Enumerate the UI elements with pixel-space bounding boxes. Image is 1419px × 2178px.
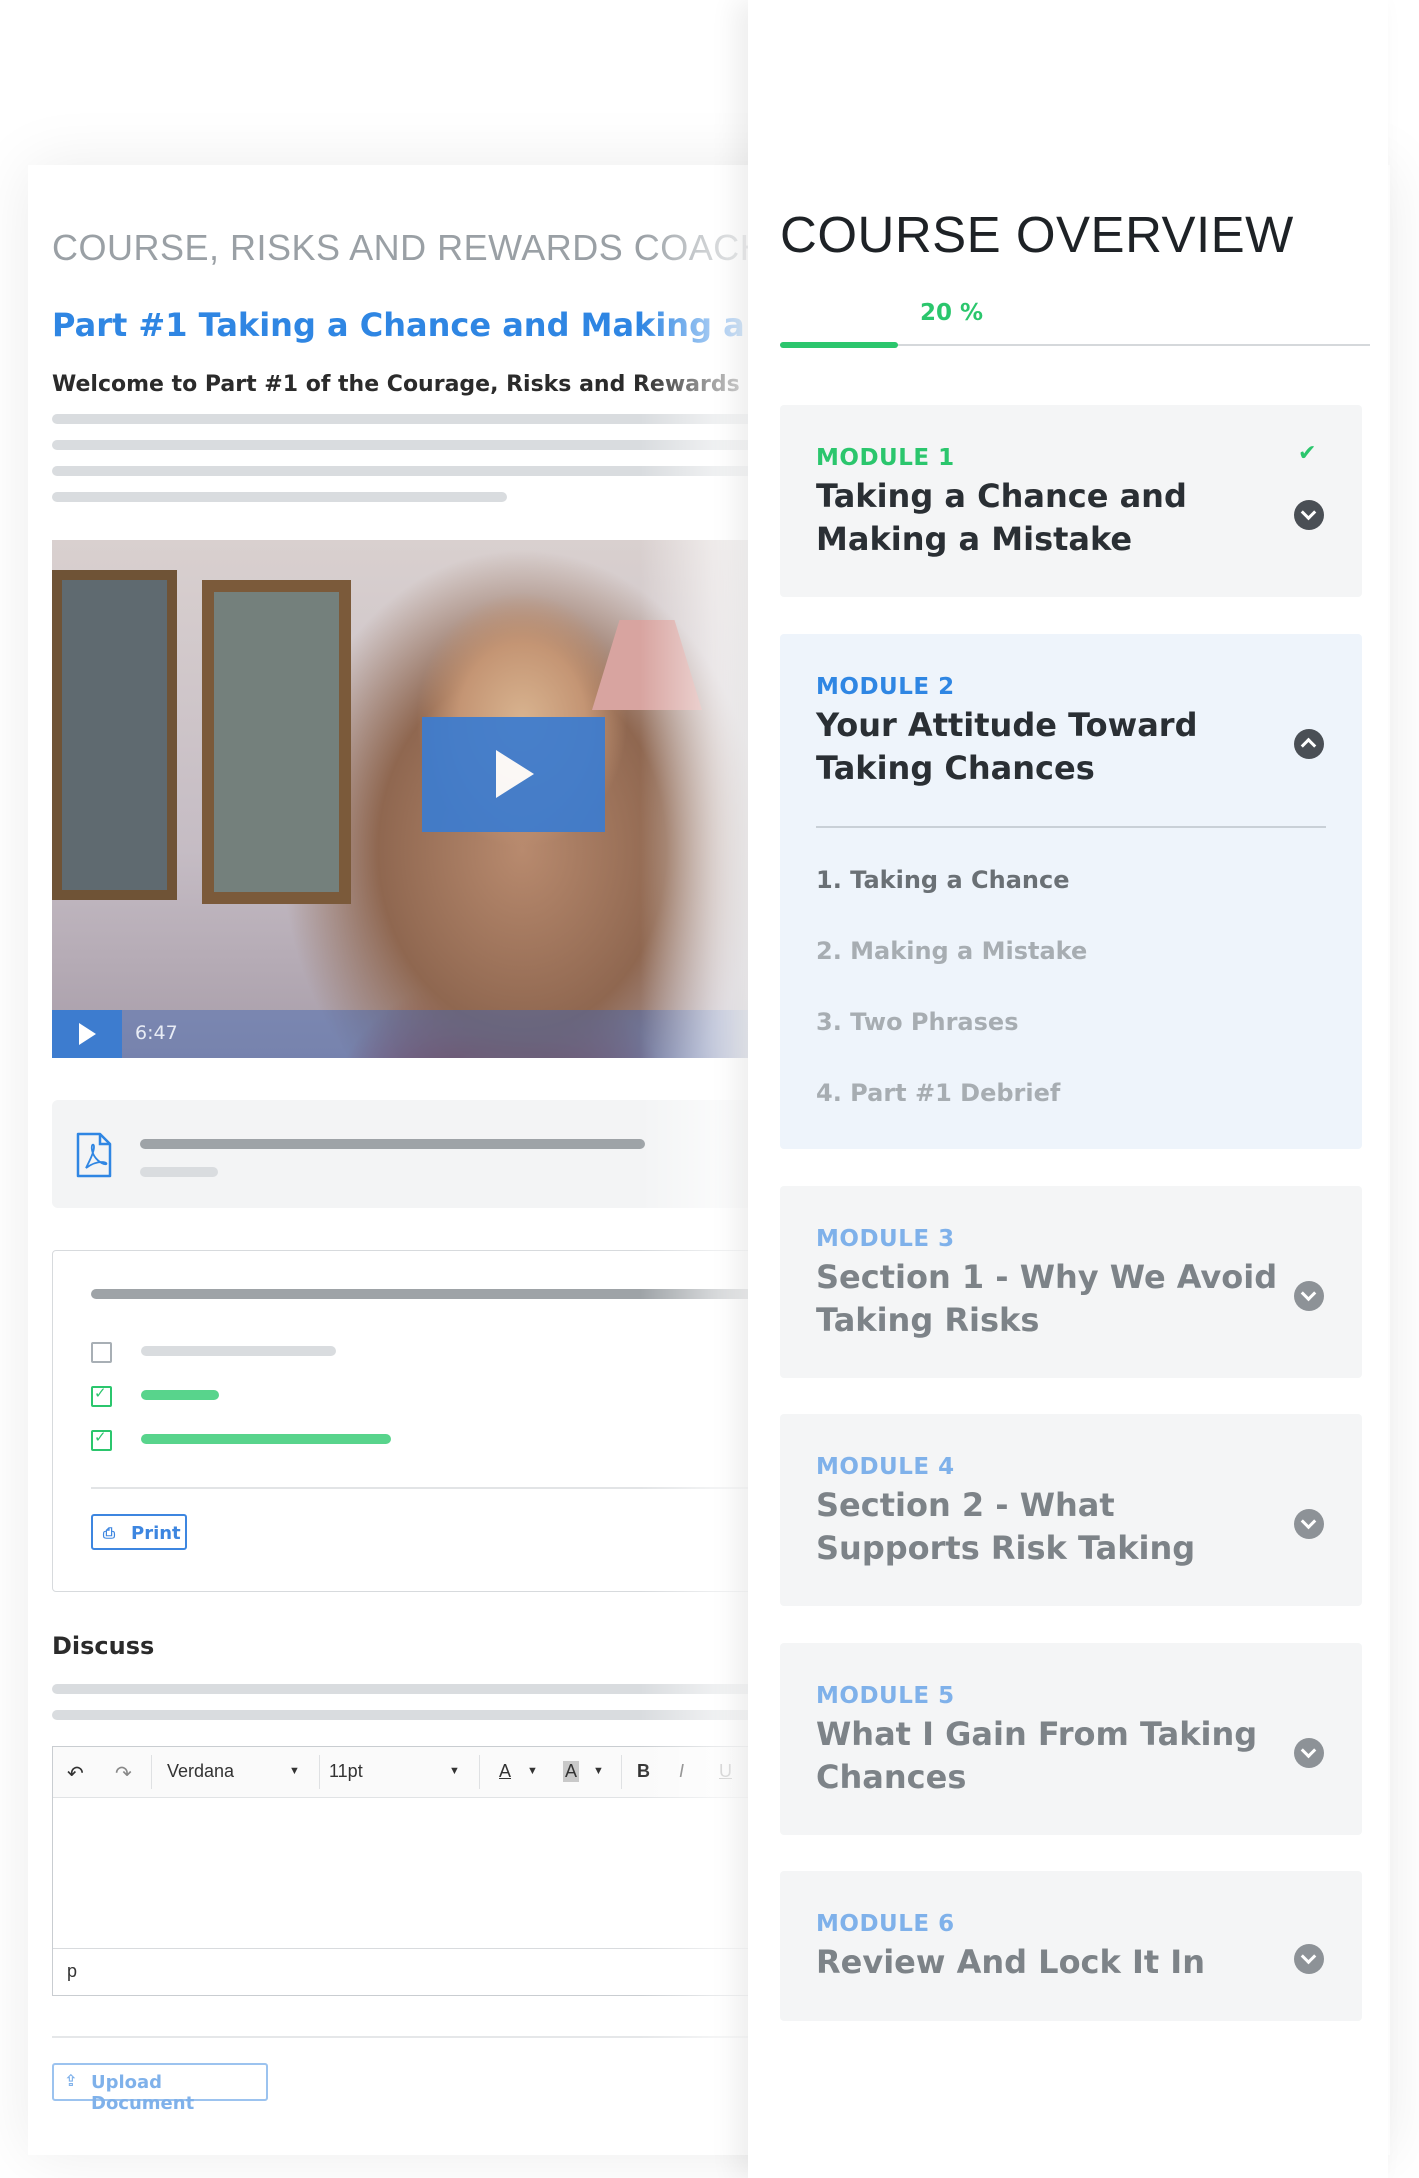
toolbar-separator xyxy=(621,1755,622,1789)
background-color-button[interactable]: A xyxy=(563,1761,580,1782)
italic-button[interactable]: I xyxy=(679,1761,684,1782)
text-placeholder-line xyxy=(52,492,507,502)
upload-document-button[interactable]: ⇪ Upload Document xyxy=(52,2063,268,2114)
module-title: Section 1 - Why We Avoid Taking Risks xyxy=(816,1258,1278,1339)
chevron-down-icon[interactable] xyxy=(1294,1509,1324,1539)
print-button[interactable]: ⎙ Print xyxy=(91,1514,187,1550)
bold-button[interactable]: B xyxy=(637,1761,650,1782)
divider xyxy=(52,2036,748,2038)
chevron-down-icon[interactable] xyxy=(1294,1281,1324,1311)
progress-percent: 20 % xyxy=(920,300,984,326)
module-label: MODULE 2 xyxy=(816,674,955,700)
course-overview-panel: COURSE OVERVIEW 20 % MODULE 1 Taking a C… xyxy=(748,0,1388,2178)
checklist-checkbox[interactable] xyxy=(91,1342,112,1363)
module-card-6[interactable]: MODULE 6 Review And Lock It In xyxy=(780,1871,1362,2021)
font-size-select[interactable]: 11pt xyxy=(329,1761,363,1782)
redo-icon[interactable]: ↷ xyxy=(115,1761,132,1786)
divider xyxy=(91,1487,748,1489)
lesson-item[interactable]: 4. Part #1 Debrief xyxy=(816,1079,1060,1107)
video-scene-frame xyxy=(52,570,177,900)
text-color-button[interactable]: A xyxy=(499,1761,511,1782)
font-family-select[interactable]: Verdana xyxy=(167,1761,234,1782)
module-label: MODULE 5 xyxy=(816,1683,955,1709)
attachment-size-placeholder xyxy=(140,1167,218,1177)
module-title: Taking a Chance and Making a Mistake xyxy=(816,477,1187,558)
checklist-item-placeholder xyxy=(141,1390,219,1400)
module-card-1[interactable]: MODULE 1 Taking a Chance and Making a Mi… xyxy=(780,405,1362,597)
module-title: Section 2 - What Supports Risk Taking xyxy=(816,1486,1196,1567)
upload-button-label: Upload Document xyxy=(91,2072,195,2114)
checklist-title-placeholder xyxy=(91,1289,748,1299)
font-family-caret-icon[interactable]: ▼ xyxy=(289,1765,300,1777)
checklist-item-placeholder xyxy=(141,1434,391,1444)
attachment-row[interactable] xyxy=(52,1100,748,1208)
editor-toolbar: ↶ ↷ Verdana ▼ 11pt ▼ A ▼ A ▼ B I U xyxy=(53,1747,748,1798)
lesson-item[interactable]: 1. Taking a Chance xyxy=(816,866,1070,894)
background-color-caret-icon[interactable]: ▼ xyxy=(593,1765,604,1777)
upload-icon: ⇪ xyxy=(64,2071,78,2090)
chevron-down-icon[interactable] xyxy=(1294,1738,1324,1768)
chevron-down-icon[interactable] xyxy=(1294,500,1324,530)
chevron-down-icon[interactable] xyxy=(1294,1944,1324,1974)
video-player[interactable]: 6:47 xyxy=(52,540,748,1058)
pdf-file-icon xyxy=(76,1132,112,1178)
module-label: MODULE 6 xyxy=(816,1911,955,1937)
module-label: MODULE 3 xyxy=(816,1226,955,1252)
text-placeholder-line xyxy=(52,414,748,424)
lesson-item[interactable]: 3. Two Phrases xyxy=(816,1008,1018,1036)
toolbar-separator xyxy=(479,1755,480,1789)
checklist-checkbox-checked[interactable] xyxy=(91,1428,112,1451)
checklist-checkbox-checked[interactable] xyxy=(91,1384,112,1407)
course-title: COURSE, RISKS AND REWARDS COACHIN xyxy=(52,227,748,268)
welcome-text: Welcome to Part #1 of the Courage, Risks… xyxy=(52,372,748,397)
attachment-name-placeholder xyxy=(140,1139,645,1149)
discuss-heading: Discuss xyxy=(52,1632,155,1660)
editor-statusbar: p xyxy=(53,1948,748,1995)
underline-button[interactable]: U xyxy=(719,1761,732,1782)
module-title: Review And Lock It In xyxy=(816,1943,1205,1981)
lesson-content: COURSE, RISKS AND REWARDS COACHIN Part #… xyxy=(52,220,748,2120)
check-icon: ✔ xyxy=(1298,441,1317,466)
text-placeholder-line xyxy=(52,1684,748,1694)
print-button-label: Print xyxy=(131,1523,181,1544)
rich-text-editor[interactable]: ↶ ↷ Verdana ▼ 11pt ▼ A ▼ A ▼ B I U p xyxy=(52,1746,748,1996)
part-title: Part #1 Taking a Chance and Making a Mis… xyxy=(52,306,748,344)
printer-icon: ⎙ xyxy=(103,1524,116,1542)
font-size-caret-icon[interactable]: ▼ xyxy=(449,1765,460,1777)
checklist-card: ⎙ Print xyxy=(52,1250,748,1592)
editor-path: p xyxy=(67,1961,78,1981)
overview-title: COURSE OVERVIEW xyxy=(780,206,1294,263)
module-label: MODULE 4 xyxy=(816,1454,955,1480)
module-card-3[interactable]: MODULE 3 Section 1 - Why We Avoid Taking… xyxy=(780,1186,1362,1378)
text-placeholder-line xyxy=(52,440,748,450)
module-card-5[interactable]: MODULE 5 What I Gain From Taking Chances xyxy=(780,1643,1362,1835)
video-scene-lamp xyxy=(592,620,702,710)
checklist-item-placeholder xyxy=(141,1346,336,1356)
panel-top-fade xyxy=(748,0,1388,180)
undo-icon[interactable]: ↶ xyxy=(67,1761,84,1786)
progress-fill xyxy=(780,342,898,348)
toolbar-separator xyxy=(319,1755,320,1789)
chevron-up-icon[interactable] xyxy=(1294,729,1324,759)
module-title: Your Attitude Toward Taking Chances xyxy=(816,706,1198,787)
text-placeholder-line xyxy=(52,466,748,476)
module-title: What I Gain From Taking Chances xyxy=(816,1715,1258,1796)
video-duration: 6:47 xyxy=(135,1022,178,1044)
lesson-item[interactable]: 2. Making a Mistake xyxy=(816,937,1087,965)
video-control-play-button[interactable] xyxy=(52,1010,122,1058)
module-label: MODULE 1 xyxy=(816,445,955,471)
module-card-4[interactable]: MODULE 4 Section 2 - What Supports Risk … xyxy=(780,1414,1362,1606)
video-play-button[interactable] xyxy=(422,717,605,832)
video-scene-frame xyxy=(202,580,351,904)
module-card-2[interactable]: MODULE 2 Your Attitude Toward Taking Cha… xyxy=(780,634,1362,1149)
divider xyxy=(816,826,1326,828)
toolbar-separator xyxy=(151,1755,152,1789)
text-placeholder-line xyxy=(52,1710,748,1720)
text-color-caret-icon[interactable]: ▼ xyxy=(527,1765,538,1777)
